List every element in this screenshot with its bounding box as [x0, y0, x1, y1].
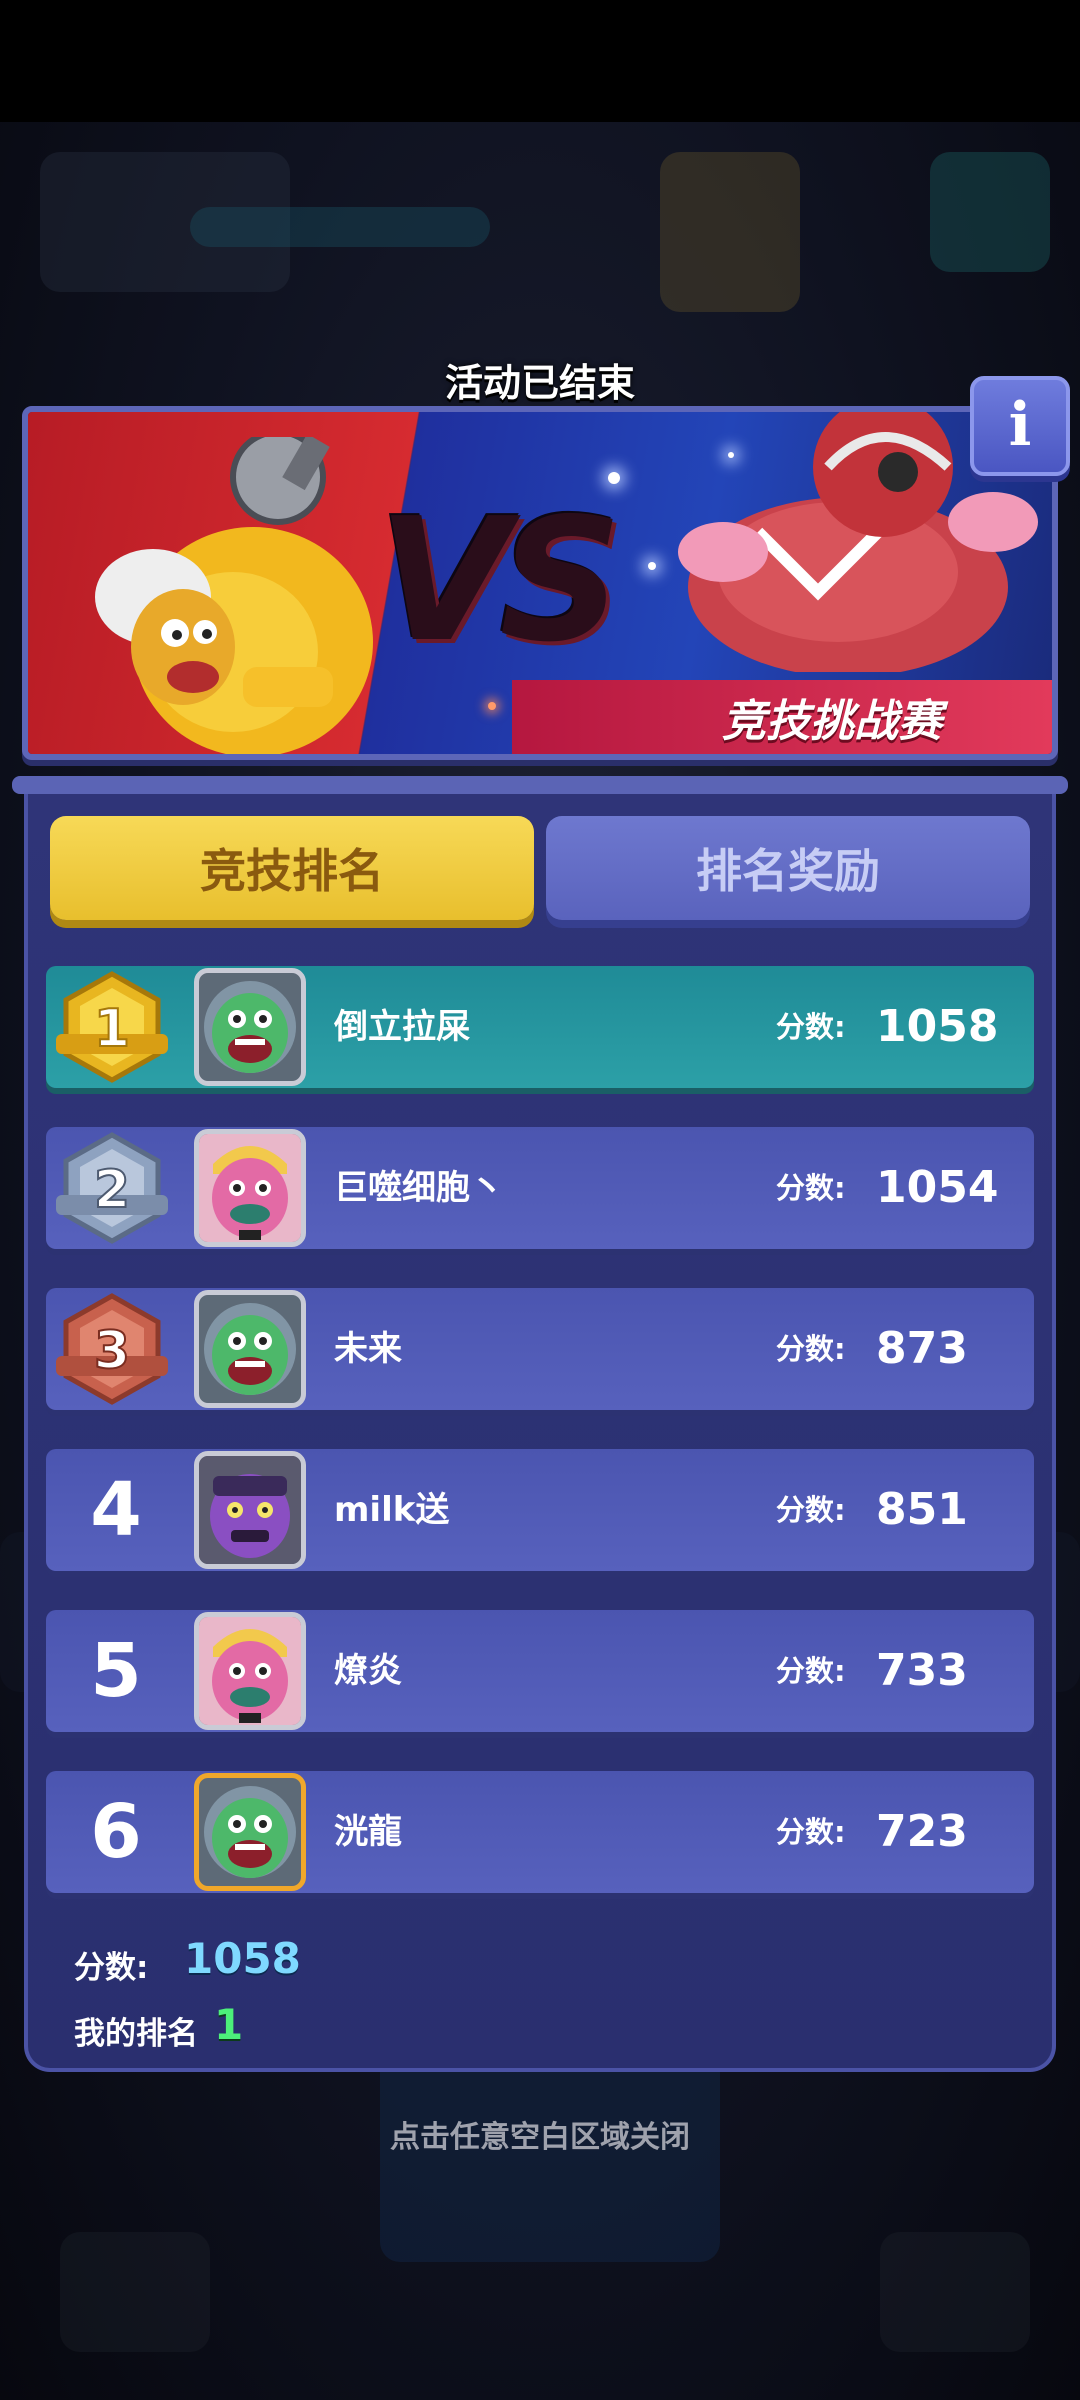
close-hint: 点击任意空白区域关闭	[390, 2120, 690, 2155]
avatar	[194, 968, 306, 1086]
ranking-row-2[interactable]: 2 巨噬细胞丶 分数: 1054	[46, 1127, 1034, 1249]
avatar	[194, 1773, 306, 1891]
player-score: 1054	[876, 1162, 999, 1213]
rank-silver-badge-icon: 2	[56, 1132, 168, 1244]
event-banner: VS 竞技挑战赛	[22, 406, 1058, 760]
zombie-scientist-character	[95, 437, 373, 754]
rank-number: 3	[94, 1321, 130, 1381]
rank-number: 5	[90, 1628, 142, 1714]
player-name: 巨噬细胞丶	[334, 1168, 504, 1208]
my-score-label: 分数:	[74, 1950, 149, 1986]
player-name: 燎炎	[334, 1651, 402, 1691]
rank-number: 1	[94, 999, 130, 1059]
my-rank-label: 我的排名	[74, 2016, 198, 2052]
vs-text: VS	[378, 482, 622, 680]
tab-competitive-ranking[interactable]: 竞技排名	[50, 816, 534, 920]
ranking-row-4[interactable]: 4 milk送 分数: 851	[46, 1449, 1034, 1571]
rank-number: 6	[90, 1789, 142, 1875]
panel-top-bar	[12, 776, 1068, 794]
score-label: 分数:	[776, 1815, 846, 1849]
ranking-row-1[interactable]: 1 倒立拉屎 分数: 1058	[46, 966, 1034, 1088]
ranking-row-6[interactable]: 6 洸龍 分数: 723	[46, 1771, 1034, 1893]
score-label: 分数:	[776, 1493, 846, 1527]
avatar	[194, 1451, 306, 1569]
player-score: 1058	[876, 1001, 999, 1052]
player-name: 洸龍	[334, 1812, 402, 1852]
tab-ranking-rewards[interactable]: 排名奖励	[546, 816, 1030, 920]
score-label: 分数:	[776, 1171, 846, 1205]
avatar	[194, 1612, 306, 1730]
status-bar	[0, 0, 1080, 122]
avatar	[194, 1129, 306, 1247]
score-label: 分数:	[776, 1332, 846, 1366]
player-name: 未来	[334, 1329, 402, 1369]
score-label: 分数:	[776, 1654, 846, 1688]
banner-tag-competitive-challenge: 竞技挑战赛	[512, 680, 1052, 754]
ranking-row-3[interactable]: 3 未来 分数: 873	[46, 1288, 1034, 1410]
rank-bronze-badge-icon: 3	[56, 1293, 168, 1405]
rank-number: 2	[94, 1160, 130, 1220]
my-rank-value: 1	[214, 2000, 244, 2049]
player-score: 733	[876, 1645, 968, 1696]
rank-number: 4	[90, 1467, 142, 1553]
rank-gold-badge-icon: 1	[56, 971, 168, 1083]
score-label: 分数:	[776, 1010, 846, 1044]
player-score: 723	[876, 1806, 968, 1857]
my-score-value: 1058	[184, 1934, 301, 1983]
player-score: 873	[876, 1323, 968, 1374]
player-name: milk送	[334, 1490, 450, 1530]
event-ended-title: 活动已结束	[444, 361, 635, 405]
ranking-row-5[interactable]: 5 燎炎 分数: 733	[46, 1610, 1034, 1732]
player-name: 倒立拉屎	[334, 1007, 470, 1047]
avatar	[194, 1290, 306, 1408]
player-score: 851	[876, 1484, 968, 1535]
info-button[interactable]: i	[970, 376, 1070, 476]
